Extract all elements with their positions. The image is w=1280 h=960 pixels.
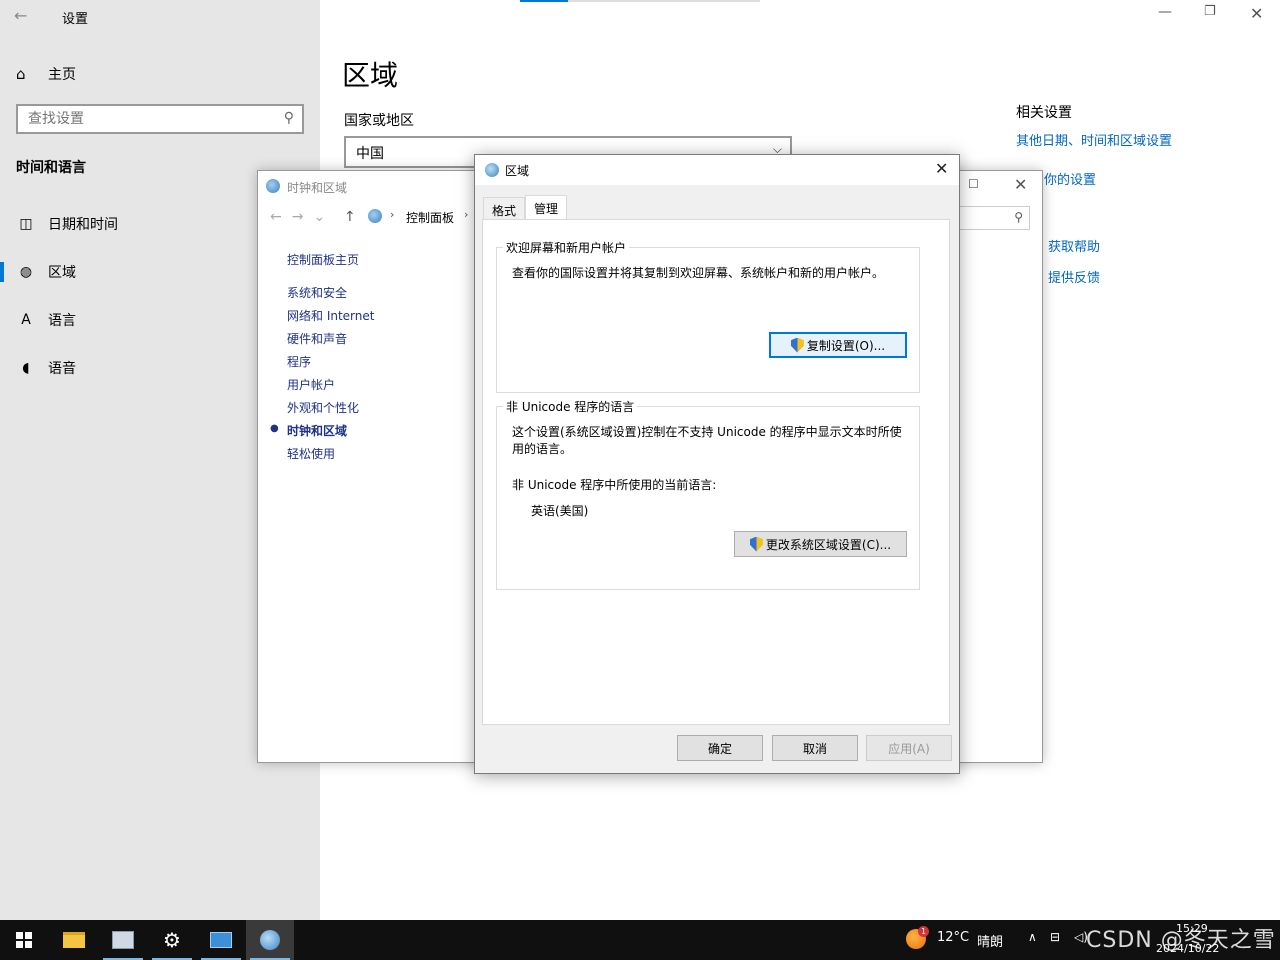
- close-icon[interactable]: ✕: [1014, 175, 1027, 194]
- region-dialog: 区域 ✕ 格式 管理 欢迎屏幕和新用户帐户 查看你的国际设置并将其复制到欢迎屏幕…: [474, 154, 960, 774]
- close-icon[interactable]: ✕: [935, 159, 948, 178]
- weather-badge: 1: [918, 926, 929, 937]
- cp-link-appearance[interactable]: 外观和个性化: [287, 399, 359, 416]
- settings-search-box[interactable]: ⚲: [16, 104, 304, 134]
- give-feedback-link[interactable]: 提供反馈: [1048, 267, 1100, 286]
- up-arrow-icon[interactable]: ↑: [344, 209, 356, 225]
- search-icon: ⚲: [283, 110, 294, 126]
- network-icon[interactable]: ⊟: [1050, 930, 1060, 944]
- cp-link-programs[interactable]: 程序: [287, 353, 311, 370]
- sidebar-item-label: 区域: [48, 265, 76, 281]
- windows-logo-icon: [16, 932, 32, 948]
- button-label: 复制设置(O)...: [806, 338, 886, 353]
- group-description: 这个设置(系统区域设置)控制在不支持 Unicode 的程序中显示文本时所使用的…: [512, 425, 902, 456]
- top-progress-fill: [520, 0, 568, 2]
- tab-administrative[interactable]: 管理: [525, 195, 568, 221]
- restore-icon[interactable]: ❐: [1204, 4, 1216, 19]
- region-icon[interactable]: [246, 920, 294, 960]
- dialog-titlebar: 区域 ✕: [475, 155, 959, 185]
- current-item-bullet: ●: [270, 423, 279, 434]
- maximize-icon[interactable]: ☐: [968, 177, 979, 191]
- back-forward-arrows-icon[interactable]: ←→⌄: [270, 209, 335, 225]
- control-panel-home-link[interactable]: 控制面板主页: [287, 251, 359, 268]
- tab-panel: 欢迎屏幕和新用户帐户 查看你的国际设置并将其复制到欢迎屏幕、系统帐户和新的用户帐…: [482, 219, 950, 725]
- file-explorer-icon[interactable]: [50, 920, 98, 960]
- cp-link-hardware[interactable]: 硬件和声音: [287, 330, 347, 347]
- control-panel-icon: [368, 209, 382, 223]
- non-unicode-group: 非 Unicode 程序的语言 这个设置(系统区域设置)控制在不支持 Unico…: [496, 398, 920, 590]
- control-panel-search[interactable]: ⚲: [958, 206, 1030, 230]
- section-title: 时间和语言: [16, 160, 86, 176]
- cp-link-ease-of-access[interactable]: 轻松使用: [287, 445, 335, 462]
- chevron-up-icon[interactable]: ∧: [1028, 930, 1037, 944]
- ok-button[interactable]: 确定: [677, 735, 763, 761]
- cp-link-system-security[interactable]: 系统和安全: [287, 284, 347, 301]
- control-panel-icon[interactable]: [99, 920, 147, 960]
- control-panel-app-icon[interactable]: [197, 920, 245, 960]
- change-system-locale-button[interactable]: 更改系统区域设置(C)...: [734, 531, 907, 557]
- page-title: 区域: [342, 59, 399, 92]
- clock-region-icon: [266, 179, 280, 193]
- weather-temperature[interactable]: 12°C: [937, 930, 969, 945]
- dialog-tabs: 格式 管理: [483, 195, 568, 221]
- breadcrumb[interactable]: 控制面板: [406, 209, 454, 226]
- chevron-right-icon[interactable]: ›: [464, 208, 468, 221]
- cancel-button[interactable]: 取消: [772, 735, 858, 761]
- calendar-clock-icon: ◫: [19, 216, 33, 232]
- uac-shield-icon: [750, 537, 763, 552]
- language-icon: A: [21, 312, 31, 328]
- search-icon: ⚲: [1014, 210, 1023, 224]
- cp-link-network[interactable]: 网络和 Internet: [287, 307, 374, 324]
- settings-app-title: 设置: [62, 12, 89, 27]
- settings-gear-icon[interactable]: ⚙: [148, 920, 196, 960]
- country-label: 国家或地区: [344, 113, 414, 129]
- copy-settings-button[interactable]: 复制设置(O)...: [769, 332, 907, 358]
- sidebar-item-label: 语音: [48, 361, 76, 377]
- start-button[interactable]: [0, 920, 48, 960]
- control-panel-title: 时钟和区域: [287, 181, 348, 195]
- microphone-icon: ◖: [22, 360, 30, 376]
- your-settings-link[interactable]: 你的设置: [1044, 169, 1096, 188]
- region-globe-icon: [485, 163, 499, 177]
- back-arrow-icon[interactable]: ←: [14, 6, 34, 26]
- group-legend: 欢迎屏幕和新用户帐户: [503, 239, 630, 256]
- current-language-label: 非 Unicode 程序中所使用的当前语言:: [512, 478, 717, 492]
- close-icon[interactable]: ✕: [1250, 4, 1263, 23]
- globe-icon: ◍: [19, 264, 33, 280]
- sidebar-item-label: 日期和时间: [48, 217, 118, 233]
- home-icon: ⌂: [16, 65, 26, 83]
- sidebar-item-label: 语言: [48, 313, 76, 329]
- dialog-title: 区域: [505, 164, 530, 178]
- cp-link-clock-region[interactable]: 时钟和区域: [287, 422, 347, 439]
- welcome-screen-group: 欢迎屏幕和新用户帐户 查看你的国际设置并将其复制到欢迎屏幕、系统帐户和新的用户帐…: [496, 239, 920, 393]
- group-description: 查看你的国际设置并将其复制到欢迎屏幕、系统帐户和新的用户帐户。: [512, 266, 885, 280]
- home-label: 主页: [48, 67, 76, 83]
- button-label: 更改系统区域设置(C)...: [765, 537, 892, 552]
- minimize-icon[interactable]: —: [1158, 4, 1172, 20]
- related-settings-title: 相关设置: [1016, 105, 1072, 121]
- address-bar[interactable]: › 控制面板 ›: [364, 206, 476, 228]
- tab-formats[interactable]: 格式: [483, 197, 526, 221]
- get-help-link[interactable]: 获取帮助: [1048, 236, 1100, 255]
- apply-button[interactable]: 应用(A): [866, 735, 952, 761]
- group-legend: 非 Unicode 程序的语言: [503, 398, 638, 415]
- country-value: 中国: [356, 146, 384, 162]
- home-nav-item[interactable]: ⌂ 主页: [16, 62, 296, 86]
- cp-link-user-accounts[interactable]: 用户帐户: [287, 376, 335, 393]
- chevron-right-icon: ›: [390, 208, 395, 221]
- uac-shield-icon: [791, 338, 804, 353]
- current-language-value: 英语(美国): [531, 504, 589, 518]
- settings-search-input[interactable]: [18, 106, 302, 132]
- weather-condition[interactable]: 晴朗: [977, 931, 1003, 950]
- other-date-time-region-link[interactable]: 其他日期、时间和区域设置: [1016, 130, 1172, 149]
- watermark: CSDN @冬天之雪: [1086, 928, 1276, 953]
